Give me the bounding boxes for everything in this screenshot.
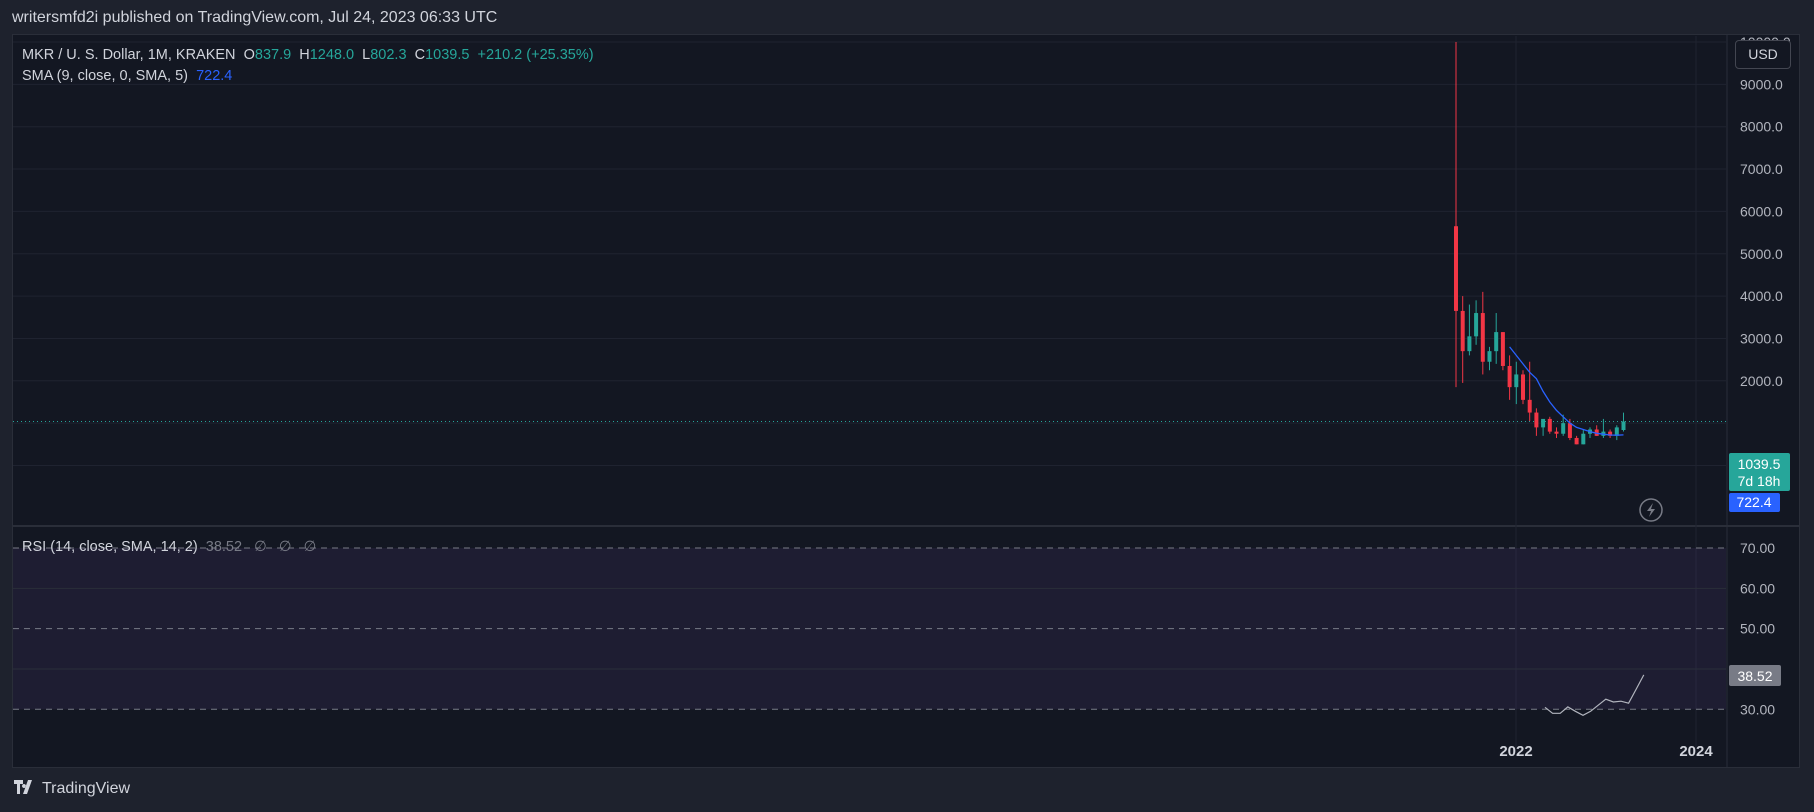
rsi-label: RSI (14, close, SMA, 14, 2) xyxy=(22,539,198,555)
candle-body xyxy=(1574,437,1579,445)
sma-row[interactable]: SMA (9, close, 0, SMA, 5) 722.4 xyxy=(22,66,594,87)
candle-body xyxy=(1474,313,1479,337)
currency-button[interactable]: USD xyxy=(1735,40,1791,69)
null-icon: ∅ xyxy=(254,539,267,555)
rsi-tick-label: 30.00 xyxy=(1740,701,1775,717)
rsi-tick-label: 70.00 xyxy=(1740,540,1775,556)
price-tick-label: 8000.0 xyxy=(1740,119,1783,135)
sma-line xyxy=(1509,346,1624,436)
candle-body xyxy=(1521,374,1525,400)
rsi-value: 38.52 xyxy=(205,539,243,555)
chart-canvas[interactable]: 10000.09000.08000.07000.06000.05000.0400… xyxy=(0,0,1814,812)
rsi-legend[interactable]: RSI (14, close, SMA, 14, 2) 38.52 ∅ ∅ ∅ xyxy=(22,537,316,558)
tradingview-logo-icon xyxy=(14,780,36,798)
candle-body xyxy=(1621,421,1626,431)
candle-body xyxy=(1507,365,1512,388)
time-tick-label: 2024 xyxy=(1679,743,1713,760)
last-price-label: 1039.5 xyxy=(1738,456,1781,472)
candle-body xyxy=(1581,433,1586,445)
price-tick-label: 7000.0 xyxy=(1740,161,1783,177)
candle-body xyxy=(1534,412,1539,428)
candle-body xyxy=(1541,418,1546,428)
candle-body xyxy=(1527,399,1532,413)
time-tick-label: 2022 xyxy=(1499,743,1532,760)
ohlc-row: MKR / U. S. Dollar, 1M, KRAKEN O837.9 H1… xyxy=(22,47,594,63)
candle-body xyxy=(1567,423,1572,438)
countdown-label: 7d 18h xyxy=(1738,473,1781,489)
candle-body xyxy=(1500,332,1505,366)
brand-name: TradingView xyxy=(42,780,131,797)
candle-body xyxy=(1554,431,1559,434)
sma-label: SMA (9, close, 0, SMA, 5) xyxy=(22,68,188,84)
symbol-title[interactable]: MKR / U. S. Dollar, 1M, KRAKEN xyxy=(22,47,236,63)
close-value: 1039.5 xyxy=(425,47,470,63)
price-legend: MKR / U. S. Dollar, 1M, KRAKEN O837.9 H1… xyxy=(22,45,594,87)
candle-body xyxy=(1480,313,1485,362)
rsi-tick-label: 60.00 xyxy=(1740,580,1775,596)
sma-badge-label: 722.4 xyxy=(1736,494,1771,510)
candle-body xyxy=(1487,351,1492,362)
candle-body xyxy=(1454,226,1458,311)
price-tick-label: 3000.0 xyxy=(1740,330,1783,346)
price-tick-label: 5000.0 xyxy=(1740,246,1783,262)
price-tick-label: 6000.0 xyxy=(1740,203,1783,219)
tradingview-logo[interactable]: TradingView xyxy=(14,780,130,798)
candle-body xyxy=(1561,423,1566,434)
low-value: 802.3 xyxy=(370,47,407,63)
price-tick-label: 2000.0 xyxy=(1740,373,1783,389)
price-tick-label: 4000.0 xyxy=(1740,288,1783,304)
sma-value: 722.4 xyxy=(196,68,233,84)
price-tick-label: 9000.0 xyxy=(1740,76,1783,92)
null-icon: ∅ xyxy=(278,539,292,555)
candle-body xyxy=(1460,310,1465,352)
candle-body xyxy=(1547,418,1552,432)
rsi-badge-label: 38.52 xyxy=(1737,668,1772,684)
open-value: 837.9 xyxy=(254,47,292,63)
candle-body xyxy=(1514,374,1519,388)
change-value: +210.2 (+25.35%) xyxy=(477,47,594,63)
candle-body xyxy=(1467,336,1472,352)
null-icon: ∅ xyxy=(303,539,317,555)
lightning-bolt-icon xyxy=(1647,503,1655,517)
high-value: 1248.0 xyxy=(309,47,355,63)
candle-body xyxy=(1494,332,1499,352)
rsi-tick-label: 50.00 xyxy=(1740,621,1775,637)
